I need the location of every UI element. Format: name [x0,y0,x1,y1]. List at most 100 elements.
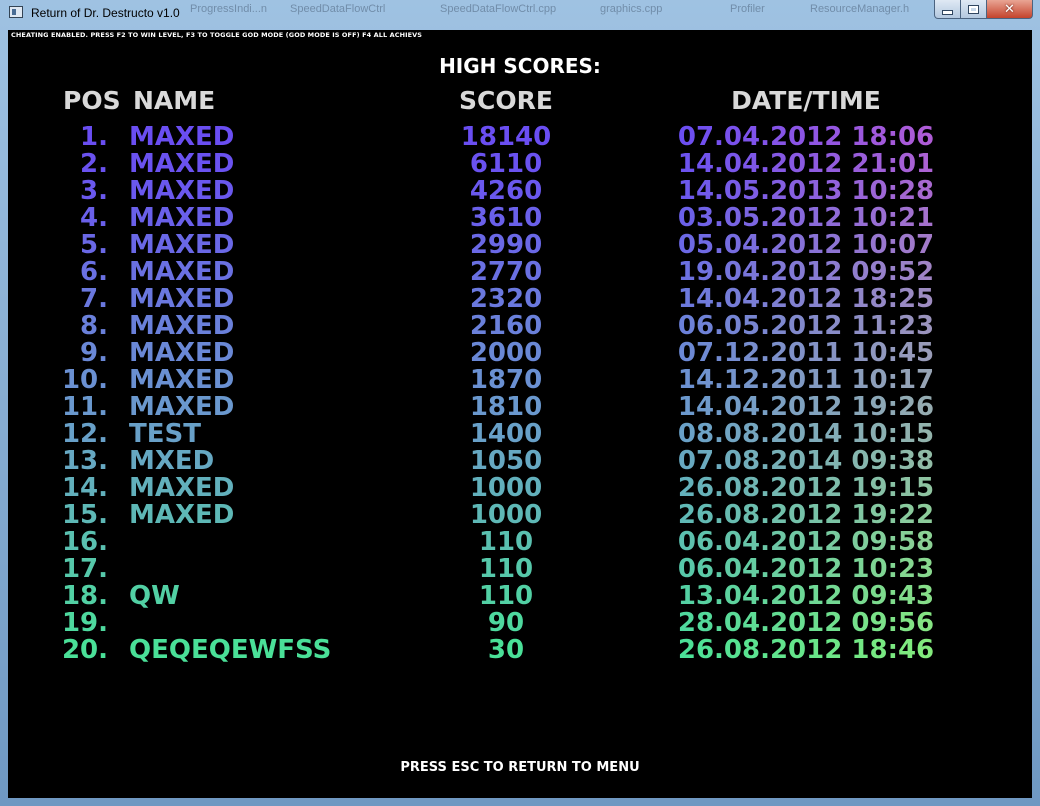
score-value: 18140 [460,122,552,152]
background-tab: SpeedDataFlowCtrl.cpp [440,3,557,15]
rank-label: 15. [61,500,108,530]
score-row: 17. 110 06.04.2012 10:23 [8,554,1032,584]
background-tab: graphics.cpp [600,3,663,15]
score-value: 2770 [469,257,543,287]
player-name: MAXED [129,149,235,179]
score-row: 5. MAXED 2990 05.04.2012 10:07 [8,230,1032,260]
date-time: 05.04.2012 10:07 [677,230,935,260]
date-time: 26.08.2012 18:46 [677,635,935,665]
score-row: 4. MAXED 3610 03.05.2012 10:21 [8,203,1032,233]
score-row: 20. QEQEQEWFSS 30 26.08.2012 18:46 [8,635,1032,665]
score-value: 1400 [469,419,543,449]
score-value: 3610 [469,203,543,233]
rank-label: 9. [80,338,108,368]
score-row: 2. MAXED 6110 14.04.2012 21:01 [8,149,1032,179]
rank-label: 13. [61,446,108,476]
player-name: MAXED [129,284,235,314]
score-value: 30 [487,635,525,665]
score-value: 1870 [469,365,543,395]
player-name: TEST [129,419,201,449]
score-row: 3. MAXED 4260 14.05.2013 10:28 [8,176,1032,206]
score-value: 2320 [469,284,543,314]
date-time: 14.04.2012 21:01 [677,149,935,179]
cheat-notice: CHEATING ENABLED. PRESS F2 TO WIN LEVEL,… [11,31,423,39]
background-taskbar-ghost: ProgressIndi...n SpeedDataFlowCtrl Speed… [190,0,930,22]
player-name: MAXED [129,338,235,368]
player-name: MAXED [129,176,235,206]
date-time: 06.05.2012 11:23 [677,311,935,341]
rank-label: 2. [80,149,108,179]
rank-label: 6. [80,257,108,287]
return-to-menu-hint: PRESS ESC TO RETURN TO MENU [400,760,640,775]
rank-label: 10. [61,365,108,395]
rank-label: 18. [61,581,108,611]
player-name: MAXED [129,473,235,503]
score-row: 14. MAXED 1000 26.08.2012 19:15 [8,473,1032,503]
score-row: 10. MAXED 1870 14.12.2011 10:17 [8,365,1032,395]
close-icon: ✕ [1004,1,1015,17]
rank-label: 20. [61,635,108,665]
background-tab: Profiler [730,3,765,15]
player-name: MAXED [129,500,235,530]
minimize-icon [942,9,953,15]
score-value: 1050 [469,446,543,476]
date-time: 19.04.2012 09:52 [677,257,935,287]
score-value: 2990 [469,230,543,260]
date-time: 06.04.2012 09:58 [677,527,935,557]
score-row: 1. MAXED 18140 07.04.2012 18:06 [8,122,1032,152]
date-time: 03.05.2012 10:21 [677,203,935,233]
score-row: 11. MAXED 1810 14.04.2012 19:26 [8,392,1032,422]
score-row: 9. MAXED 2000 07.12.2011 10:45 [8,338,1032,368]
score-row: 18. QW 110 13.04.2012 09:43 [8,581,1032,611]
score-value: 90 [487,608,525,638]
header-datetime: DATE/TIME [731,86,881,115]
score-value: 2000 [469,338,543,368]
rank-label: 8. [80,311,108,341]
app-icon [9,6,23,18]
date-time: 14.05.2013 10:28 [677,176,935,206]
player-name: MAXED [129,392,235,422]
player-name: MAXED [129,365,235,395]
rank-label: 12. [61,419,108,449]
player-name: MAXED [129,257,235,287]
date-time: 14.04.2012 19:26 [677,392,935,422]
maximize-button[interactable] [961,0,987,19]
player-name: MAXED [129,230,235,260]
rank-label: 3. [80,176,108,206]
score-value: 1000 [469,500,543,530]
rank-label: 14. [61,473,108,503]
background-tab: ResourceManager.h [810,3,910,15]
player-name: MAXED [129,311,235,341]
score-row: 8. MAXED 2160 06.05.2012 11:23 [8,311,1032,341]
score-value: 110 [478,581,534,611]
rank-label: 4. [80,203,108,233]
date-time: 13.04.2012 09:43 [677,581,935,611]
score-row: 6. MAXED 2770 19.04.2012 09:52 [8,257,1032,287]
rank-label: 17. [61,554,108,584]
date-time: 06.04.2012 10:23 [677,554,935,584]
date-time: 14.04.2012 18:25 [677,284,935,314]
rank-label: 5. [80,230,108,260]
score-row: 16. 110 06.04.2012 09:58 [8,527,1032,557]
score-value: 1000 [469,473,543,503]
minimize-button[interactable] [934,0,961,19]
background-tab: ProgressIndi...n [190,3,268,15]
score-row: 19. 90 28.04.2012 09:56 [8,608,1032,638]
rank-label: 1. [80,122,108,152]
date-time: 28.04.2012 09:56 [677,608,935,638]
score-row: 15. MAXED 1000 26.08.2012 19:22 [8,500,1032,530]
score-value: 1810 [469,392,543,422]
close-button[interactable]: ✕ [987,0,1033,19]
rank-label: 16. [61,527,108,557]
date-time: 07.08.2014 09:38 [677,446,935,476]
header-pos: POS [63,86,121,115]
game-screen[interactable]: CHEATING ENABLED. PRESS F2 TO WIN LEVEL,… [8,30,1032,798]
rank-label: 11. [61,392,108,422]
score-value: 6110 [469,149,543,179]
high-scores-title: HIGH SCORES: [439,54,601,78]
player-name: MAXED [129,122,235,152]
score-row: 7. MAXED 2320 14.04.2012 18:25 [8,284,1032,314]
score-value: 4260 [469,176,543,206]
title-bar[interactable]: Return of Dr. Destructo v1.0 ProgressInd… [0,0,1040,28]
player-name: MAXED [129,203,235,233]
